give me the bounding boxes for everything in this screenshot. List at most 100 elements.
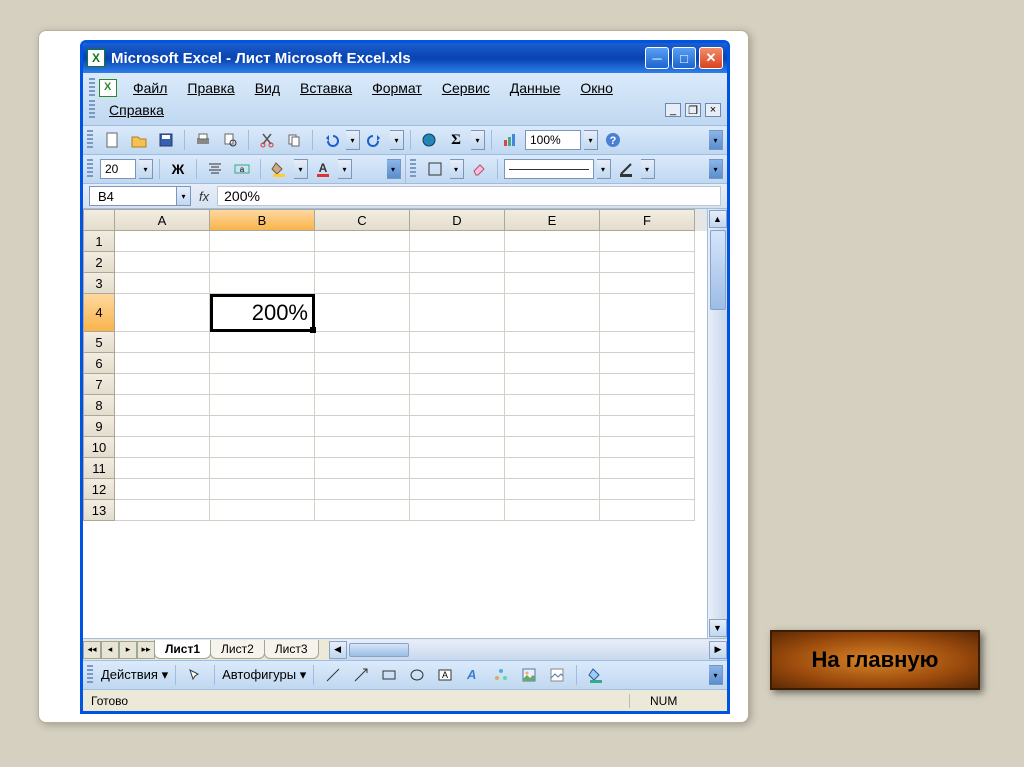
cell-F8[interactable] [600,395,695,416]
cell-B11[interactable] [210,458,315,479]
toolbar-grip-icon[interactable] [89,100,95,120]
sheet-tab-1[interactable]: Лист1 [154,640,211,659]
cell-C11[interactable] [315,458,410,479]
maximize-button[interactable]: □ [672,47,696,69]
wordart-icon[interactable]: A [461,664,485,686]
name-box[interactable]: B4 [89,186,177,206]
row-header-11[interactable]: 11 [83,458,115,479]
cell-E1[interactable] [505,231,600,252]
row-header-7[interactable]: 7 [83,374,115,395]
scroll-right-icon[interactable]: ▶ [709,641,727,659]
cell-D11[interactable] [410,458,505,479]
save-icon[interactable] [154,129,178,151]
row-header-5[interactable]: 5 [83,332,115,353]
line-color-dropdown[interactable]: ▾ [641,159,655,179]
row-header-12[interactable]: 12 [83,479,115,500]
cell-A4[interactable] [115,294,210,332]
col-header-A[interactable]: A [115,209,210,231]
toolbar-grip-icon[interactable] [87,130,93,150]
scroll-down-icon[interactable]: ▼ [709,619,727,637]
cell-D9[interactable] [410,416,505,437]
cell-B3[interactable] [210,273,315,294]
font-color-icon[interactable]: A [311,158,335,180]
row-header-1[interactable]: 1 [83,231,115,252]
textbox-tool-icon[interactable]: A [433,664,457,686]
font-color-dropdown[interactable]: ▾ [338,159,352,179]
vertical-scrollbar[interactable]: ▲ ▼ [707,209,727,638]
cell-D1[interactable] [410,231,505,252]
oval-tool-icon[interactable] [405,664,429,686]
undo-icon[interactable] [319,129,343,151]
cell-C1[interactable] [315,231,410,252]
align-center-icon[interactable] [203,158,227,180]
cell-E2[interactable] [505,252,600,273]
cell-E8[interactable] [505,395,600,416]
zoom-input[interactable]: 100% [525,130,581,150]
tab-nav-last[interactable]: ▸▸ [137,641,155,659]
name-box-dropdown[interactable]: ▾ [177,186,191,206]
cell-B6[interactable] [210,353,315,374]
sheet-tab-2[interactable]: Лист2 [210,640,265,659]
row-header-6[interactable]: 6 [83,353,115,374]
col-header-C[interactable]: C [315,209,410,231]
line-tool-icon[interactable] [321,664,345,686]
cell-C4[interactable] [315,294,410,332]
cell-F3[interactable] [600,273,695,294]
cell-B8[interactable] [210,395,315,416]
cell-D5[interactable] [410,332,505,353]
cell-E7[interactable] [505,374,600,395]
chart-wizard-icon[interactable] [498,129,522,151]
borders-dropdown[interactable]: ▾ [450,159,464,179]
fill-color-icon[interactable] [267,158,291,180]
cell-B13[interactable] [210,500,315,521]
redo-icon[interactable] [363,129,387,151]
print-icon[interactable] [191,129,215,151]
cell-D4[interactable] [410,294,505,332]
cell-C9[interactable] [315,416,410,437]
cell-B12[interactable] [210,479,315,500]
toolbar-options-dropdown[interactable]: ▾ [709,665,723,685]
toolbar-options-dropdown[interactable]: ▾ [709,159,723,179]
cell-B1[interactable] [210,231,315,252]
autoshapes-menu[interactable]: Автофигуры ▾ [222,667,306,683]
eraser-icon[interactable] [467,158,491,180]
menu-window[interactable]: Окно [570,77,623,99]
cell-F9[interactable] [600,416,695,437]
row-header-13[interactable]: 13 [83,500,115,521]
cell-B2[interactable] [210,252,315,273]
zoom-dropdown[interactable]: ▾ [584,130,598,150]
menu-help[interactable]: Справка [99,99,174,121]
font-size-dropdown[interactable]: ▾ [139,159,153,179]
minimize-button[interactable]: ─ [645,47,669,69]
line-color-icon[interactable] [614,158,638,180]
toolbar-grip-icon[interactable] [87,159,93,179]
cell-C3[interactable] [315,273,410,294]
cell-A6[interactable] [115,353,210,374]
toolbar-grip-icon[interactable] [87,665,93,685]
toolbar-grip-icon[interactable] [410,159,416,179]
select-objects-icon[interactable] [183,664,207,686]
autosum-icon[interactable]: Σ [444,129,468,151]
drawing-actions-menu[interactable]: Действия ▾ [101,667,168,683]
copy-icon[interactable] [282,129,306,151]
formula-bar[interactable]: 200% [217,186,721,206]
cell-F12[interactable] [600,479,695,500]
cell-A2[interactable] [115,252,210,273]
menu-tools[interactable]: Сервис [432,77,500,99]
fill-color-dropdown[interactable]: ▾ [294,159,308,179]
cell-E5[interactable] [505,332,600,353]
cell-E4[interactable] [505,294,600,332]
cell-E3[interactable] [505,273,600,294]
cell-E10[interactable] [505,437,600,458]
bold-button[interactable]: Ж [166,158,190,180]
tab-nav-next[interactable]: ▸ [119,641,137,659]
cell-C5[interactable] [315,332,410,353]
open-file-icon[interactable] [127,129,151,151]
menu-format[interactable]: Формат [362,77,432,99]
menu-edit[interactable]: Правка [177,77,244,99]
cell-E12[interactable] [505,479,600,500]
cell-B7[interactable] [210,374,315,395]
cell-C12[interactable] [315,479,410,500]
borders-icon[interactable] [423,158,447,180]
cell-D10[interactable] [410,437,505,458]
